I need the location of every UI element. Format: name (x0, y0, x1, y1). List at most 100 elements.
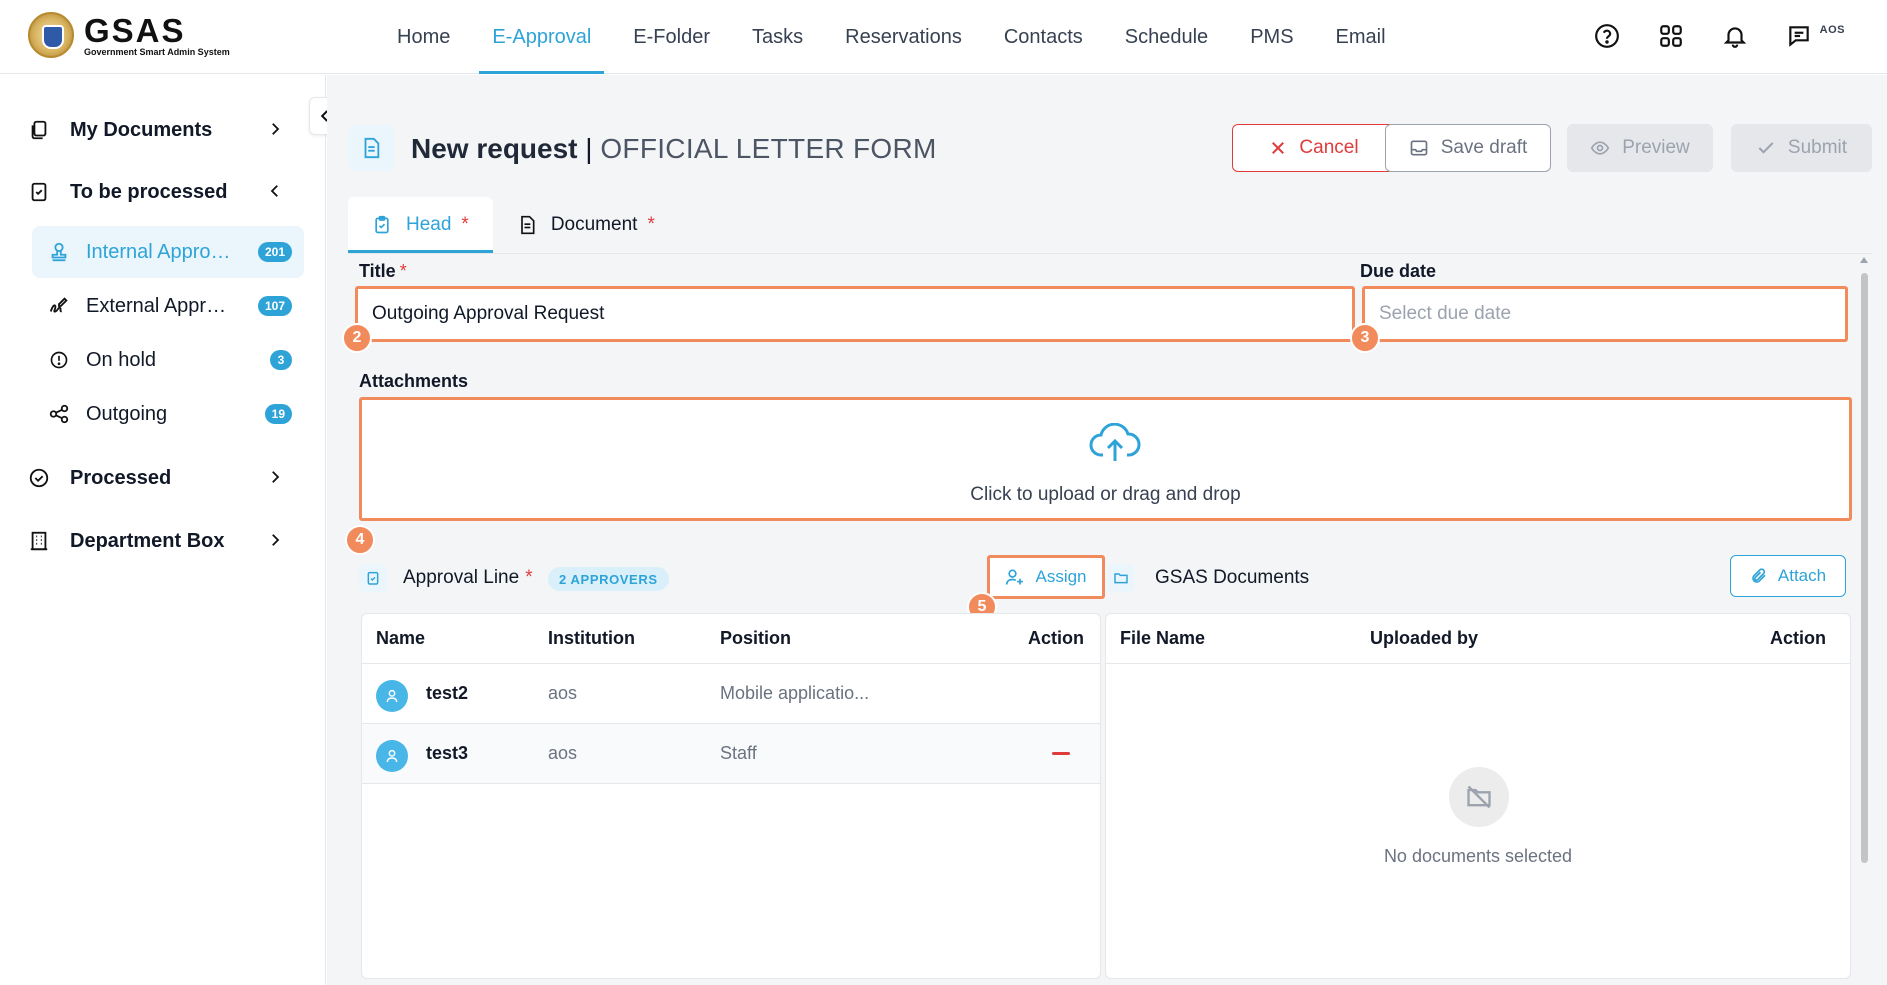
help-icon[interactable] (1589, 18, 1625, 54)
clipboard-check-icon (375, 215, 389, 234)
clipboard-check-icon (26, 179, 52, 205)
stamp-icon (46, 239, 72, 265)
sidebar-item-my-documents[interactable]: My Documents (26, 108, 304, 152)
app-logo[interactable]: GSAS Government Smart Admin System (28, 12, 230, 58)
sidebar-item-outgoing[interactable]: Outgoing 19 (32, 388, 304, 440)
inbox-icon (1410, 140, 1428, 156)
user-avatar-icon (376, 740, 408, 772)
nav-contacts[interactable]: Contacts (983, 0, 1104, 74)
main-scrollbar[interactable] (1859, 257, 1869, 984)
nav-schedule[interactable]: Schedule (1104, 0, 1229, 74)
tab-head[interactable]: Head * (348, 197, 493, 253)
sidebar-label: Department Box (70, 529, 225, 552)
sidebar-sub-label: On hold (86, 348, 157, 371)
column-header-name: Name (376, 628, 426, 648)
attach-button[interactable]: Attach (1730, 555, 1846, 597)
due-date-label: Due date (1360, 261, 1437, 281)
nav-e-approval[interactable]: E-Approval (471, 0, 612, 74)
preview-button[interactable]: Preview (1567, 124, 1713, 172)
sidebar-sub-label: External Approval (86, 294, 236, 317)
approvers-count-chip: 2 APPROVERS (548, 567, 669, 591)
step-marker: 4 (345, 525, 375, 555)
form-tabs: Head * Document * (348, 197, 679, 253)
page-title: New request | OFFICIAL LETTER FORM (411, 133, 937, 164)
assign-button[interactable]: Assign (987, 555, 1105, 599)
sidebar-item-department-box[interactable]: Department Box (26, 519, 304, 563)
logo-subtitle: Government Smart Admin System (84, 46, 230, 57)
nav-tasks[interactable]: Tasks (731, 0, 824, 74)
approval-line-title: Approval Line * (403, 567, 533, 588)
chevron-right-icon (266, 531, 284, 554)
gsas-documents-table: File Name Uploaded by Action No document… (1105, 613, 1851, 979)
sidebar-item-external-approval[interactable]: External Approval 107 (32, 280, 304, 332)
folder-icon (1107, 564, 1135, 592)
chevron-right-icon (266, 120, 284, 143)
main-content: New request | OFFICIAL LETTER FORM Cance… (327, 75, 1887, 985)
step-marker: 3 (1350, 323, 1380, 353)
eye-icon (1590, 141, 1610, 155)
save-draft-button[interactable]: Save draft (1385, 124, 1551, 172)
column-header-position: Position (720, 628, 791, 648)
scroll-up-arrow-icon[interactable] (1860, 257, 1868, 263)
top-bar: GSAS Government Smart Admin System Home … (0, 0, 1887, 74)
remove-approver-button[interactable] (1052, 752, 1070, 755)
sidebar-label: Processed (70, 466, 172, 489)
title-label: Title * (359, 261, 407, 281)
table-header: File Name Uploaded by Action (1106, 614, 1850, 664)
nav-pms[interactable]: PMS (1229, 0, 1314, 74)
file-text-icon (520, 215, 535, 235)
chat-icon[interactable] (1781, 18, 1817, 54)
tab-document[interactable]: Document * (493, 197, 679, 253)
approver-position: Mobile applicatio... (720, 683, 870, 703)
building-icon (26, 528, 52, 554)
user-avatar-icon (376, 680, 408, 712)
table-row: test2 aos Mobile applicatio... (362, 664, 1100, 724)
sidebar-sub-label: Outgoing (86, 402, 168, 425)
bell-icon[interactable] (1717, 18, 1753, 54)
document-icon (348, 125, 394, 171)
apps-grid-icon[interactable] (1653, 18, 1689, 54)
cancel-button[interactable]: Cancel (1232, 124, 1396, 172)
signature-icon (46, 293, 72, 319)
approval-line-table: Name Institution Position Action test2 a… (361, 613, 1101, 979)
nav-email[interactable]: Email (1315, 0, 1407, 74)
column-header-institution: Institution (548, 628, 635, 648)
column-header-action: Action (1770, 628, 1826, 648)
sidebar-item-to-be-processed[interactable]: To be processed (26, 170, 304, 214)
alert-circle-icon (46, 347, 72, 373)
sidebar-item-on-hold[interactable]: On hold 3 (32, 334, 304, 386)
approver-position: Staff (720, 743, 757, 763)
due-date-input[interactable]: Select due date (1362, 286, 1848, 342)
nav-e-folder[interactable]: E-Folder (612, 0, 731, 74)
scroll-thumb[interactable] (1861, 273, 1868, 863)
check-icon (1758, 142, 1774, 154)
nav-reservations[interactable]: Reservations (824, 0, 983, 74)
tab-divider (348, 253, 1872, 254)
nav-home[interactable]: Home (376, 0, 471, 74)
submit-button[interactable]: Submit (1731, 124, 1872, 172)
sidebar-label: My Documents (70, 118, 213, 141)
user-avatar-menu[interactable]: AOS (1820, 24, 1845, 36)
approver-institution: aos (548, 743, 578, 763)
upload-dropzone[interactable]: Click to upload or drag and drop (359, 397, 1852, 521)
no-documents-icon (1449, 767, 1509, 827)
step-marker: 2 (342, 323, 372, 353)
sidebar: My Documents To be processed Internal Ap… (0, 75, 326, 985)
column-header-action: Action (1028, 628, 1084, 648)
sidebar-label: To be processed (70, 180, 228, 203)
count-badge: 19 (264, 404, 292, 424)
cloud-upload-icon (1089, 422, 1141, 468)
count-badge: 3 (270, 350, 292, 370)
sidebar-item-internal-approval[interactable]: Internal Approval 201 (32, 226, 304, 278)
title-input[interactable]: Outgoing Approval Request (355, 286, 1355, 342)
column-header-file-name: File Name (1120, 628, 1206, 648)
add-user-icon (1006, 569, 1024, 585)
attachments-label: Attachments (359, 371, 469, 391)
clipboard-check-icon (359, 564, 387, 592)
count-badge: 107 (257, 296, 292, 316)
close-icon (1272, 142, 1285, 154)
top-icons (1589, 18, 1817, 54)
table-row: test3 aos Staff (362, 724, 1100, 784)
sidebar-item-processed[interactable]: Processed (26, 456, 304, 500)
chevron-right-icon (266, 468, 284, 491)
